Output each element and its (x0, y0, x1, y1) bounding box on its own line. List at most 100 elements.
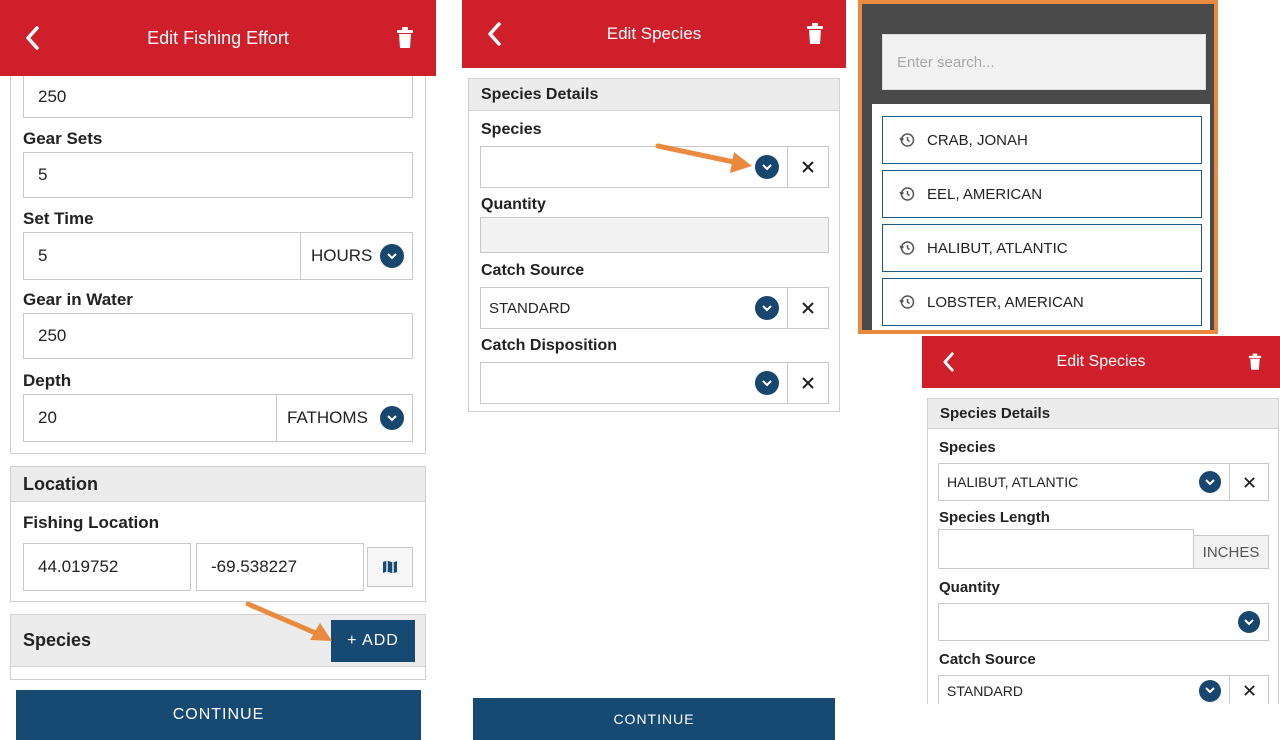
edit-fishing-effort-screen: Edit Fishing Effort 250 Gear Sets 5 Set … (0, 0, 436, 740)
gear-in-water-value: 250 (38, 326, 67, 345)
chevron-down-icon (1199, 471, 1221, 493)
chevron-down-icon (380, 406, 404, 430)
clear-catch-disposition-button[interactable] (787, 362, 829, 404)
gear-in-water-label: Gear in Water (23, 290, 133, 309)
edit-species-filled-screen: Edit Species Species Details Species HAL… (922, 336, 1280, 704)
depth-unit: FATHOMS (287, 408, 368, 427)
list-item[interactable]: CRAB, JONAH (882, 116, 1202, 164)
species-details-heading: Species Details (928, 399, 1278, 429)
clear-species-button[interactable] (787, 146, 829, 188)
top-value-field[interactable]: 250 (23, 76, 413, 118)
latitude-input[interactable]: 44.019752 (23, 543, 191, 591)
history-icon (899, 133, 915, 147)
close-icon (802, 302, 814, 314)
chevron-down-icon (755, 296, 779, 320)
quantity-label: Quantity (939, 579, 1000, 596)
list-item-label: CRAB, JONAH (927, 131, 1028, 149)
depth-unit-select[interactable]: FATHOMS (276, 394, 413, 442)
page-title: Edit Species (606, 24, 702, 43)
list-item-label: EEL, AMERICAN (927, 185, 1043, 203)
list-item[interactable]: LOBSTER, AMERICAN (882, 278, 1202, 326)
page-title: Edit Fishing Effort (147, 27, 289, 48)
longitude-value: -69.538227 (211, 557, 298, 576)
close-icon (802, 161, 814, 173)
list-item[interactable]: EEL, AMERICAN (882, 170, 1202, 218)
set-time-label: Set Time (23, 209, 94, 228)
back-arrow-icon[interactable] (22, 25, 44, 51)
catch-source-select[interactable]: STANDARD (938, 675, 1230, 704)
set-time-value: 5 (38, 246, 48, 265)
depth-label: Depth (23, 371, 72, 390)
species-length-unit: INCHES (1193, 535, 1269, 569)
close-icon (1243, 685, 1255, 696)
species-value: HALIBUT, ATLANTIC (947, 474, 1079, 490)
gear-sets-value: 5 (38, 165, 48, 184)
history-icon (899, 295, 915, 309)
trash-icon[interactable] (396, 27, 414, 49)
trash-icon[interactable] (1248, 353, 1262, 371)
clear-catch-source-button[interactable] (787, 287, 829, 329)
chevron-down-icon (1199, 679, 1221, 702)
add-species-button[interactable]: + ADD (331, 620, 415, 662)
trash-icon[interactable] (806, 23, 824, 45)
gear-section: 250 Gear Sets 5 Set Time 5 HOURS Gear in… (10, 76, 426, 454)
species-label: Species (939, 439, 996, 456)
set-time-unit: HOURS (311, 246, 373, 265)
catch-source-value: STANDARD (947, 682, 1023, 699)
set-time-input[interactable]: 5 (23, 232, 301, 280)
species-details-section: Species Details Species Quantity Catch S… (468, 78, 840, 412)
catch-source-select[interactable]: STANDARD (480, 287, 788, 329)
catch-disposition-label: Catch Disposition (481, 337, 618, 354)
location-section: Location Fishing Location 44.019752 -69.… (10, 466, 426, 602)
header-bar: Edit Species (922, 336, 1280, 388)
catch-source-value: STANDARD (489, 299, 571, 317)
quantity-input[interactable] (480, 217, 829, 253)
map-button[interactable] (367, 547, 413, 587)
arrow-annotation-icon (245, 601, 332, 641)
longitude-input[interactable]: -69.538227 (196, 543, 364, 591)
list-item-label: HALIBUT, ATLANTIC (927, 239, 1068, 257)
back-arrow-icon[interactable] (484, 21, 506, 47)
species-select[interactable]: HALIBUT, ATLANTIC (938, 463, 1230, 501)
species-length-label: Species Length (939, 509, 1050, 526)
chevron-down-icon (755, 371, 779, 395)
list-item-label: LOBSTER, AMERICAN (927, 293, 1084, 311)
search-placeholder: Enter search... (897, 53, 995, 71)
gear-sets-label: Gear Sets (23, 129, 103, 148)
species-length-input[interactable] (938, 529, 1194, 569)
top-value-text: 250 (38, 86, 67, 106)
gear-sets-input[interactable]: 5 (23, 152, 413, 198)
arrow-annotation-icon (655, 143, 752, 173)
quantity-label: Quantity (481, 196, 546, 213)
catch-source-label: Catch Source (481, 262, 585, 279)
species-search-popup: Enter search... CRAB, JONAH EEL, AMERICA… (858, 0, 1218, 334)
catch-source-label: Catch Source (939, 651, 1036, 668)
continue-button[interactable]: CONTINUE (16, 690, 421, 740)
back-arrow-icon[interactable] (940, 351, 958, 373)
latitude-value: 44.019752 (38, 557, 119, 576)
search-input[interactable]: Enter search... (882, 34, 1206, 90)
quantity-select[interactable] (938, 603, 1269, 641)
depth-input[interactable]: 20 (23, 394, 277, 442)
map-icon (383, 560, 397, 574)
clear-catch-source-button[interactable] (1229, 675, 1269, 704)
list-item[interactable]: HALIBUT, ATLANTIC (882, 224, 1202, 272)
close-icon (802, 377, 814, 389)
catch-disposition-select[interactable] (480, 362, 788, 404)
set-time-unit-select[interactable]: HOURS (300, 232, 413, 280)
gear-in-water-input[interactable]: 250 (23, 313, 413, 359)
history-icon (899, 241, 915, 255)
close-icon (1243, 476, 1255, 488)
depth-value: 20 (38, 408, 57, 427)
page-title: Edit Species (1056, 353, 1146, 370)
header-bar: Edit Fishing Effort (0, 0, 436, 76)
species-details-section: Species Details Species HALIBUT, ATLANTI… (927, 398, 1279, 704)
clear-species-button[interactable] (1229, 463, 1269, 501)
chevron-down-icon (1238, 611, 1260, 633)
header-bar: Edit Species (462, 0, 846, 68)
species-section: Species + ADD (10, 614, 426, 680)
continue-button[interactable]: CONTINUE (473, 698, 835, 740)
species-details-heading: Species Details (469, 79, 839, 111)
chevron-down-icon (380, 244, 404, 268)
fishing-location-label: Fishing Location (23, 513, 159, 532)
